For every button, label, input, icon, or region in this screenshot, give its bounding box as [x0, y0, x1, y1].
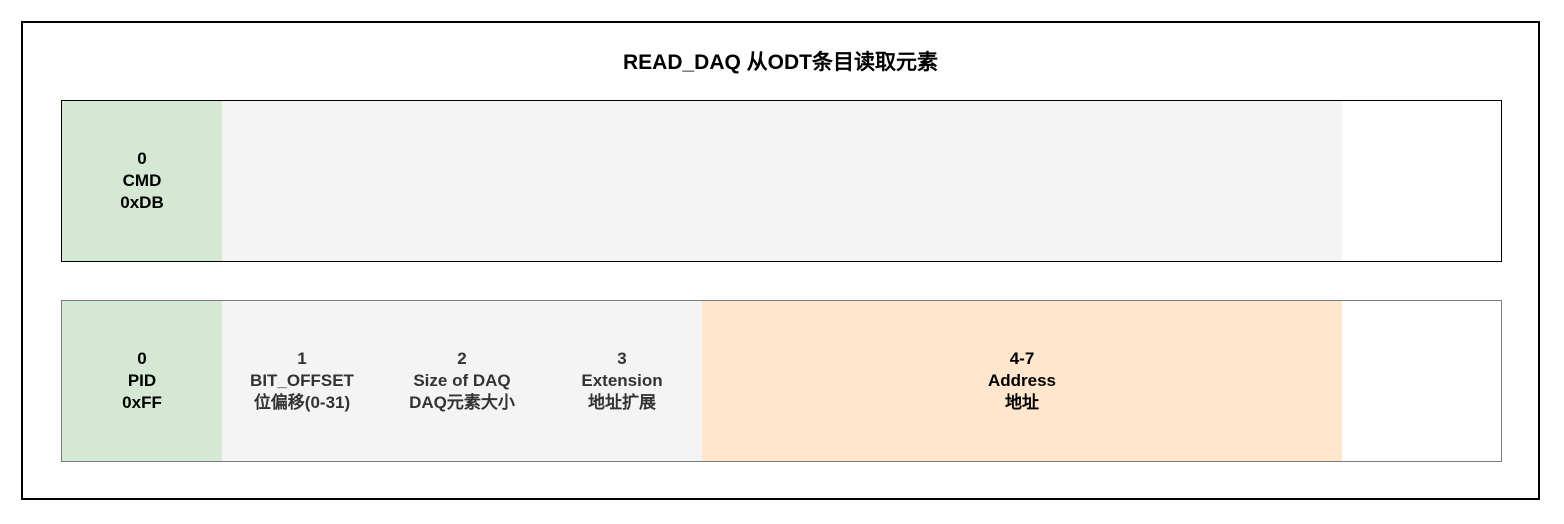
cmd-value: 0xDB [120, 193, 164, 212]
size-index: 2 [457, 349, 467, 368]
pid-value: 0xFF [122, 393, 162, 412]
size-cell: 2 Size of DAQ DAQ元素大小 [382, 301, 542, 461]
bit-offset-index: 1 [297, 349, 307, 368]
address-index: 4-7 [1009, 349, 1035, 368]
pid-cell: 0 PID 0xFF [62, 301, 222, 461]
cmd-index: 0 [137, 149, 147, 168]
address-cell: 4-7 Address 地址 [702, 301, 1342, 461]
size-name: Size of DAQ [413, 371, 511, 390]
bit-offset-desc: 位偏移(0-31) [253, 393, 351, 412]
extension-name: Extension [581, 371, 663, 390]
cmd-empty-area [222, 101, 1342, 261]
extension-cell: 3 Extension 地址扩展 [542, 301, 702, 461]
pid-index: 0 [137, 349, 147, 368]
size-desc: DAQ元素大小 [409, 393, 515, 412]
extension-desc: 地址扩展 [588, 393, 656, 412]
response-packet-row: 0 PID 0xFF 1 BIT_OFFSET 位偏移(0-31) 2 Size… [61, 300, 1502, 462]
command-packet-row: 0 CMD 0xDB [61, 100, 1502, 262]
address-desc: 地址 [1005, 393, 1039, 412]
pid-name: PID [127, 371, 157, 390]
cmd-cell: 0 CMD 0xDB [62, 101, 222, 261]
diagram-title: READ_DAQ 从ODT条目读取元素 [622, 51, 938, 74]
address-name: Address [987, 371, 1057, 390]
cmd-name: CMD [122, 171, 162, 190]
bit-offset-cell: 1 BIT_OFFSET 位偏移(0-31) [222, 301, 382, 461]
extension-index: 3 [617, 349, 627, 368]
bit-offset-name: BIT_OFFSET [250, 371, 354, 390]
